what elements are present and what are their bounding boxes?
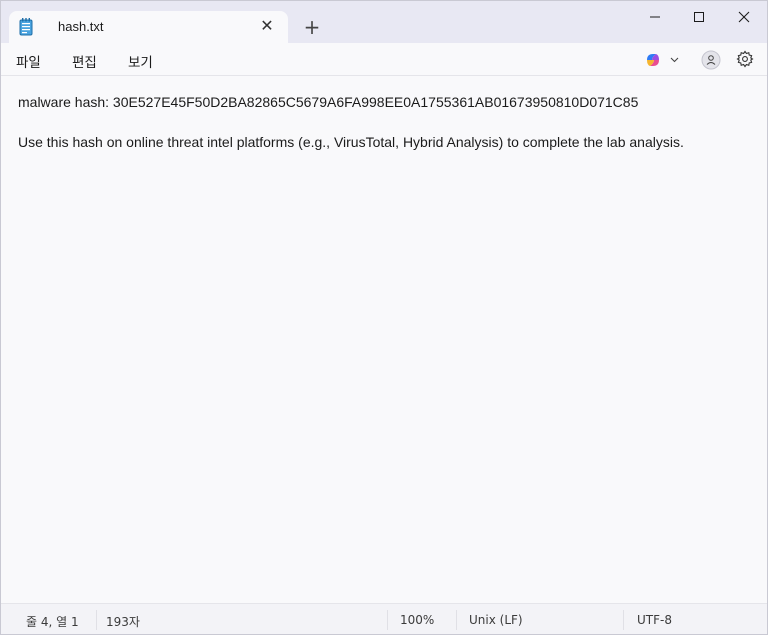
- status-divider: [623, 610, 624, 630]
- zoom-level[interactable]: 100%: [400, 613, 434, 627]
- character-count: 193자: [106, 615, 140, 629]
- close-tab-icon[interactable]: ✕: [258, 17, 276, 35]
- chevron-down-icon[interactable]: [669, 54, 680, 65]
- status-divider: [96, 610, 97, 630]
- menu-edit[interactable]: 편집: [72, 51, 97, 71]
- new-tab-button[interactable]: +: [301, 17, 323, 39]
- tab-hash-txt[interactable]: hash.txt ✕: [9, 11, 288, 43]
- status-divider: [387, 610, 388, 630]
- minimize-button[interactable]: [632, 1, 678, 33]
- menu-file[interactable]: 파일: [16, 51, 41, 71]
- editor-line: Use this hash on online threat intel pla…: [18, 134, 684, 150]
- text-editor[interactable]: malware hash: 30E527E45F50D2BA82865C5679…: [1, 76, 767, 603]
- maximize-icon: [694, 12, 704, 22]
- maximize-button[interactable]: [676, 1, 722, 33]
- status-bar: 줄 4, 열 1 193자 100% Unix (LF) UTF-8: [1, 603, 767, 634]
- account-icon[interactable]: [701, 50, 721, 70]
- tab-title: hash.txt: [58, 19, 104, 34]
- line-ending[interactable]: Unix (LF): [469, 613, 523, 627]
- title-bar[interactable]: hash.txt ✕ +: [1, 1, 767, 43]
- encoding[interactable]: UTF-8: [637, 613, 672, 627]
- notepad-icon: [19, 18, 33, 36]
- menu-view[interactable]: 보기: [128, 51, 153, 71]
- notepad-window: hash.txt ✕ + 파일 편집 보기 malware hash: 30E5…: [0, 0, 768, 635]
- cursor-position: 줄 4, 열 1: [26, 615, 79, 629]
- copilot-icon[interactable]: [644, 51, 662, 69]
- minimize-icon: [650, 16, 660, 18]
- close-window-button[interactable]: [721, 1, 767, 33]
- gear-icon[interactable]: [736, 50, 754, 68]
- close-icon: [738, 11, 750, 23]
- editor-line: malware hash: 30E527E45F50D2BA82865C5679…: [18, 94, 639, 110]
- status-divider: [456, 610, 457, 630]
- menu-bar: 파일 편집 보기: [1, 43, 767, 76]
